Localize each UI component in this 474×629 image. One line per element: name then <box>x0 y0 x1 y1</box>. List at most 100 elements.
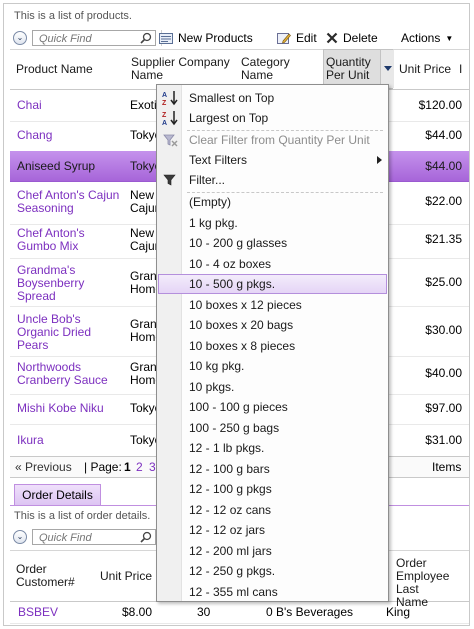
page-2-link[interactable]: 2 <box>136 460 143 474</box>
filter-value-item[interactable]: 12 - 12 oz jars <box>158 520 387 540</box>
collapse-toggle-icon[interactable]: ⌄ <box>13 530 27 544</box>
filter-value-item[interactable]: 12 - 355 ml cans <box>158 582 387 602</box>
product-name-line2: Seasoning <box>17 201 74 215</box>
menu-item-clear-filter[interactable]: Clear Filter from Quantity Per Unit <box>158 130 387 150</box>
filter-value-label: 12 - 250 g pkgs. <box>189 564 276 578</box>
delete-label: Delete <box>343 31 378 45</box>
product-name-link[interactable]: Uncle Bob's Organic Dried Pears <box>17 313 91 352</box>
product-name-link[interactable]: Chang <box>17 129 52 142</box>
filter-value-label: 1 kg pkg. <box>189 216 238 230</box>
filter-value-label: (Empty) <box>189 195 231 209</box>
column-header-supplier[interactable]: Supplier Company Name <box>131 56 230 82</box>
unit-price-cell: $97.00 <box>425 401 462 415</box>
delete-button[interactable]: Delete <box>326 31 378 45</box>
search-icon[interactable] <box>140 531 152 543</box>
edit-button[interactable]: Edit <box>277 31 317 45</box>
filter-value-item[interactable]: 12 - 200 ml jars <box>158 541 387 561</box>
filter-value-label: 10 - 500 g pkgs. <box>189 277 276 291</box>
unit-price-cell: $40.00 <box>425 366 462 380</box>
submenu-arrow-icon <box>377 156 382 164</box>
actions-label: Actions <box>401 31 441 45</box>
svg-text:A: A <box>162 92 167 99</box>
quantity-header-line2: Per Unit <box>326 68 370 82</box>
filter-value-item[interactable]: 100 - 100 g pieces <box>158 397 387 417</box>
order-unit-price-cell: $8.00 <box>122 605 153 619</box>
previous-page-link[interactable]: « Previous <box>15 460 72 474</box>
quick-find-box <box>32 30 156 46</box>
menu-item-label: Smallest on Top <box>189 91 275 105</box>
svg-text:Z: Z <box>162 112 167 119</box>
column-header-order-unit-price[interactable]: Unit Price <box>100 570 152 583</box>
filter-icon <box>163 174 176 186</box>
filter-value-label: 10 boxes x 20 bags <box>189 318 294 332</box>
table-row[interactable]: BSBEV $8.00 30 0 B's Beverages King <box>10 601 469 624</box>
filter-value-label: 100 - 250 g bags <box>189 421 280 435</box>
filter-value-item[interactable]: 10 - 200 g glasses <box>158 233 387 253</box>
menu-item-label: Largest on Top <box>189 111 269 125</box>
filter-value-item[interactable]: 12 - 100 g pkgs <box>158 479 387 499</box>
filter-value-item[interactable]: 12 - 100 g bars <box>158 459 387 479</box>
column-header-product-name[interactable]: Product Name <box>16 63 93 76</box>
product-name-line2: Gumbo Mix <box>17 239 79 253</box>
unit-price-cell: $22.00 <box>425 194 462 208</box>
menu-item-label: Text Filters <box>189 153 248 167</box>
product-name-link[interactable]: Chef Anton's Gumbo Mix <box>17 227 85 253</box>
dropdown-arrow-icon: ▼ <box>445 33 454 43</box>
page-3-link[interactable]: 3 <box>149 460 156 474</box>
product-name-link[interactable]: Ikura <box>17 434 44 447</box>
column-filter-menu: A Z Smallest on Top Z A Largest on Top C… <box>156 84 389 602</box>
product-name-link[interactable]: Chai <box>17 99 42 112</box>
collapse-toggle-icon[interactable]: ⌄ <box>13 31 27 45</box>
column-header-quantity[interactable]: Quantity Per Unit <box>323 49 394 89</box>
product-name-link[interactable]: Northwoods Cranberry Sauce <box>17 361 108 387</box>
new-products-button[interactable]: New Products <box>159 31 253 45</box>
filter-value-item[interactable]: 10 kg pkg. <box>158 356 387 376</box>
filter-value-item[interactable]: 10 - 4 oz boxes <box>158 254 387 274</box>
sort-descending-icon: Z A <box>162 111 178 126</box>
column-header-truncated[interactable]: I <box>459 63 462 76</box>
filter-value-item[interactable]: 1 kg pkg. <box>158 213 387 233</box>
tab-order-details[interactable]: Order Details <box>14 484 101 506</box>
quick-find-input[interactable] <box>33 32 139 46</box>
column-header-category[interactable]: Category Name <box>241 56 290 82</box>
filter-value-label: 10 boxes x 8 pieces <box>189 339 296 353</box>
filter-value-item[interactable]: (Empty) <box>158 192 387 212</box>
category-header-line2: Name <box>241 68 274 82</box>
column-header-unit-price[interactable]: Unit Price <box>399 63 451 76</box>
product-name-link[interactable]: Grandma's Boysenberry Spread <box>17 264 84 303</box>
menu-item-largest-on-top[interactable]: Z A Largest on Top <box>158 108 387 128</box>
delete-icon <box>326 32 338 44</box>
order-customer-link[interactable]: BSBEV <box>18 606 58 619</box>
search-icon[interactable] <box>140 32 152 44</box>
filter-value-label: 12 - 1 lb pkgs. <box>189 441 265 455</box>
filter-value-label: 10 pkgs. <box>189 380 235 394</box>
filter-value-item[interactable]: 12 - 12 oz cans <box>158 500 387 520</box>
filter-value-item[interactable]: 10 boxes x 8 pieces <box>158 336 387 356</box>
filter-value-label: 10 boxes x 12 pieces <box>189 298 302 312</box>
product-name-link[interactable]: Chef Anton's Cajun Seasoning <box>17 189 119 215</box>
menu-item-label: Clear Filter from Quantity Per Unit <box>189 133 370 147</box>
filter-value-label: 12 - 200 ml jars <box>189 544 272 558</box>
product-name-link[interactable]: Mishi Kobe Niku <box>17 402 104 415</box>
filter-value-item[interactable]: 100 - 250 g bags <box>158 418 387 438</box>
column-dropdown-icon[interactable] <box>380 50 394 88</box>
page-1-link[interactable]: 1 <box>124 460 131 474</box>
menu-item-smallest-on-top[interactable]: A Z Smallest on Top <box>158 88 387 108</box>
menu-item-filter[interactable]: Filter... <box>158 170 387 190</box>
actions-menu-button[interactable]: Actions ▼ <box>401 31 453 45</box>
menu-item-text-filters[interactable]: Text Filters <box>158 150 387 170</box>
filter-value-item[interactable]: 12 - 250 g pkgs. <box>158 561 387 581</box>
order-quick-find-input[interactable] <box>33 531 139 545</box>
svg-text:Z: Z <box>162 100 167 106</box>
filter-value-label: 12 - 12 oz cans <box>189 503 272 517</box>
product-name-link[interactable]: Aniseed Syrup <box>17 160 95 173</box>
column-header-order-customer[interactable]: Order Customer# <box>16 563 75 589</box>
filter-value-item[interactable]: 10 boxes x 12 pieces <box>158 295 387 315</box>
filter-value-item[interactable]: 12 - 1 lb pkgs. <box>158 438 387 458</box>
filter-value-item[interactable]: 10 boxes x 20 bags <box>158 315 387 335</box>
new-products-label: New Products <box>178 31 253 45</box>
filter-value-item-hovered[interactable]: 10 - 500 g pkgs. <box>158 274 387 294</box>
filter-value-item[interactable]: 10 pkgs. <box>158 377 387 397</box>
product-name-line3: Pears <box>17 338 49 352</box>
filter-value-label: 10 kg pkg. <box>189 359 245 373</box>
